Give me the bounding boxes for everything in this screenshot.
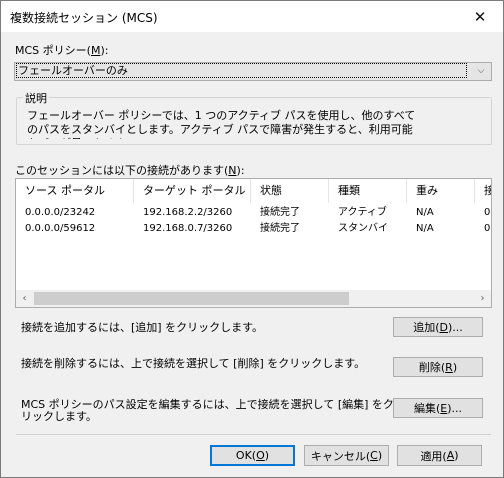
remove-button-label: 削除( — [418, 361, 446, 374]
cell-weight: N/A — [416, 223, 434, 234]
scroll-left-icon[interactable]: ‹ — [16, 290, 33, 307]
add-button[interactable]: 追加(D)... — [393, 317, 483, 337]
mcs-dialog: 複数接続セッション (MCS) ✕ MCS ポリシー(M): フェールオーバーの… — [0, 0, 504, 478]
close-icon[interactable]: ✕ — [457, 1, 503, 32]
cell-weight: N/A — [416, 207, 434, 218]
column-header-more[interactable]: 接 — [475, 179, 491, 203]
cell-source: 0.0.0.0/23242 — [25, 207, 96, 218]
description-legend: 説明 — [23, 90, 49, 106]
column-header-weight[interactable]: 重み — [407, 179, 475, 203]
policy-label-end: ): — [100, 44, 109, 57]
footer-separator — [16, 434, 491, 435]
connections-label-key: N — [228, 164, 237, 177]
ok-button[interactable]: OK(O) — [210, 445, 295, 466]
column-header-source[interactable]: ソース ポータル — [16, 179, 134, 203]
cancel-button-key: C — [370, 449, 378, 462]
ok-button-key: O — [256, 449, 265, 462]
column-header-type[interactable]: 種類 — [329, 179, 407, 203]
policy-label: MCS ポリシー(M): — [15, 42, 108, 58]
ok-button-end: ) — [264, 449, 270, 462]
cell-target: 192.168.0.7/3260 — [143, 223, 233, 234]
connections-label: このセッションには以下の接続があります(N): — [15, 162, 245, 178]
apply-button-key: A — [446, 449, 455, 462]
scrollbar-thumb[interactable] — [34, 292, 349, 305]
apply-button-label: 適用( — [420, 449, 447, 463]
apply-button-end: ) — [454, 449, 459, 462]
add-button-label: 追加( — [413, 321, 440, 334]
description-group: 説明 フェールオーバー ポリシーでは、1 つのアクティブ パスを使用し、他のすべ… — [16, 90, 492, 145]
remove-button-key: R — [445, 360, 453, 374]
ok-button-label: OK( — [235, 449, 257, 462]
cancel-button-end: ) — [377, 449, 383, 462]
edit-instruction-line2: リックします。 — [21, 410, 97, 423]
connections-label-text: このセッションには以下の接続があります( — [15, 164, 229, 177]
cell-status: 接続完了 — [260, 207, 300, 218]
cell-target: 192.168.2.2/3260 — [143, 207, 233, 218]
scroll-right-icon[interactable]: › — [474, 290, 491, 307]
cell-type: スタンバイ — [338, 223, 388, 234]
remove-button[interactable]: 削除(R) — [393, 357, 483, 377]
chevron-down-icon[interactable]: ⌵ — [474, 64, 488, 78]
title-bar: 複数接続セッション (MCS) ✕ — [1, 1, 503, 32]
table-row[interactable]: 0.0.0.0/23242 192.168.2.2/3260 接続完了 アクティ… — [16, 205, 491, 221]
cancel-button-label: キャンセル( — [310, 449, 371, 463]
cell-type: アクティブ — [338, 207, 387, 218]
cell-more: 0: — [484, 207, 491, 218]
column-header-status[interactable]: 状態 — [251, 179, 329, 203]
column-header-target[interactable]: ターゲット ポータル — [134, 179, 251, 203]
add-instruction: 接続を追加するには、[追加] をクリックします。 — [21, 321, 263, 334]
window-title: 複数接続セッション (MCS) — [10, 11, 158, 25]
apply-button[interactable]: 適用(A) — [397, 445, 482, 466]
edit-button-label: 編集( — [413, 402, 441, 415]
add-button-end: )... — [448, 320, 463, 334]
horizontal-scrollbar[interactable]: ‹ › — [16, 290, 491, 307]
policy-label-text: MCS ポリシー( — [15, 44, 91, 57]
connections-label-end: ): — [236, 164, 245, 177]
cell-status: 接続完了 — [260, 223, 300, 234]
policy-selected-value: フェールオーバーのみ — [16, 63, 467, 78]
description-text: フェールオーバー ポリシーでは、1 つのアクティブ パスを使用し、他のすべてのパ… — [27, 109, 416, 139]
edit-button[interactable]: 編集(E)... — [393, 398, 483, 418]
policy-dropdown[interactable]: フェールオーバーのみ ⌵ — [14, 62, 492, 81]
cell-more: 0: — [484, 223, 491, 234]
edit-button-end: )... — [447, 401, 463, 415]
connections-list[interactable]: ソース ポータル ターゲット ポータル 状態 種類 重み 接 0.0.0.0/2… — [15, 178, 492, 308]
table-row[interactable]: 0.0.0.0/59612 192.168.0.7/3260 接続完了 スタンバ… — [16, 221, 491, 237]
cell-source: 0.0.0.0/59612 — [25, 223, 96, 234]
list-header: ソース ポータル ターゲット ポータル 状態 種類 重み 接 — [16, 179, 491, 203]
remove-instruction: 接続を削除するには、上で接続を選択して [削除] をクリックします。 — [21, 357, 366, 370]
cancel-button[interactable]: キャンセル(C) — [304, 445, 389, 466]
add-button-key: D — [439, 320, 448, 334]
remove-button-end: ) — [452, 360, 458, 374]
edit-button-key: E — [440, 401, 448, 415]
